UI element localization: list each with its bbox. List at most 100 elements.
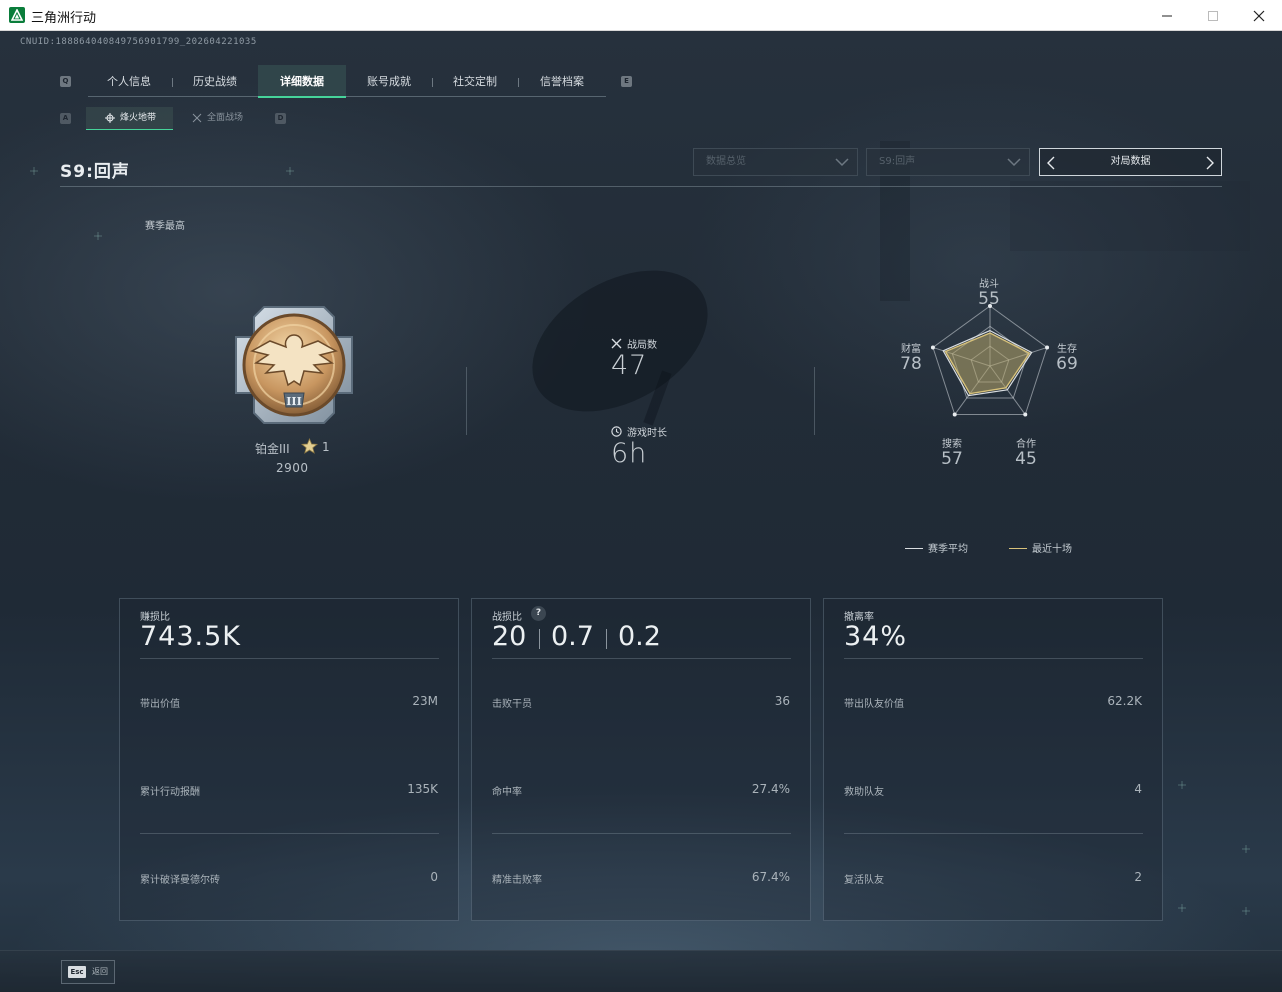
main-nav-tabs: 个人信息 历史战绩 详细数据 账号成就 社交定制 信誉档案 bbox=[88, 65, 606, 98]
radar-value-search: 57 bbox=[941, 449, 963, 469]
stat-label: 累计行动报酬 bbox=[140, 787, 200, 798]
subtab-all-out-war[interactable]: 全面战场 bbox=[173, 107, 263, 130]
legend-season-avg: 赛季平均 bbox=[928, 544, 968, 555]
rank-tier: 铂金III bbox=[255, 442, 290, 456]
stat-label: 救助队友 bbox=[844, 787, 884, 798]
crossed-swords-icon bbox=[611, 338, 622, 349]
season-dropdown[interactable]: S9:回声 bbox=[866, 148, 1030, 176]
back-button[interactable]: Esc 返回 bbox=[61, 960, 115, 984]
season-title: S9:回声 bbox=[60, 162, 130, 182]
clock-icon bbox=[611, 426, 622, 437]
stat-value: 62.2K bbox=[1107, 694, 1142, 708]
stat-value: 23M bbox=[412, 694, 438, 708]
app-logo-icon bbox=[9, 7, 25, 23]
radar-value-survival: 69 bbox=[1056, 354, 1078, 374]
radar-vertex-dot bbox=[952, 412, 957, 417]
card-divider bbox=[140, 658, 439, 659]
badge-numeral: III bbox=[286, 395, 301, 408]
radar-vertex-dot bbox=[1023, 412, 1028, 417]
stat-label: 带出价值 bbox=[140, 699, 180, 710]
kd-value-second: 0.7 bbox=[551, 621, 594, 652]
radar-label-teamwork: 合作 bbox=[1016, 439, 1036, 450]
all-out-war-icon bbox=[192, 113, 202, 123]
matches-label: 战局数 bbox=[627, 340, 657, 351]
star-icon bbox=[301, 438, 318, 454]
match-data-selector[interactable]: 对局数据 bbox=[1039, 148, 1222, 176]
profit-loss-card: 赚损比 743.5K 带出价值 23M 累计行动报酬 135K 累计破译曼德尔砖… bbox=[119, 598, 459, 921]
maximize-button[interactable] bbox=[1190, 0, 1236, 31]
tab-match-history[interactable]: 历史战绩 bbox=[174, 65, 256, 98]
radar-value-combat: 55 bbox=[978, 289, 1000, 309]
radar-label-survival: 生存 bbox=[1057, 344, 1077, 355]
tab-divider bbox=[172, 78, 173, 87]
data-scope-value: 数据总览 bbox=[706, 156, 746, 167]
legend-season-avg-swatch bbox=[905, 548, 923, 549]
radar-vertex-dot bbox=[930, 345, 935, 350]
tab-social-custom[interactable]: 社交定制 bbox=[434, 65, 516, 98]
stat-value: 27.4% bbox=[751, 782, 790, 796]
game-viewport: CNUID:1888640408497569017​99_20260422103… bbox=[0, 31, 1282, 992]
match-data-label: 对局数据 bbox=[1110, 156, 1151, 167]
user-id-label: CNUID:1888640408497569017​99_20260422103… bbox=[20, 37, 257, 47]
tab-detailed-data[interactable]: 详细数据 bbox=[258, 65, 346, 98]
chevron-down-icon bbox=[1007, 158, 1021, 167]
subtab-all-out-war-label: 全面战场 bbox=[207, 113, 244, 123]
footer-bar bbox=[0, 950, 1282, 992]
chevron-right-icon[interactable] bbox=[1206, 156, 1215, 170]
section-divider bbox=[814, 367, 815, 435]
radar-label-wealth: 财富 bbox=[901, 344, 921, 355]
close-button[interactable] bbox=[1236, 0, 1282, 31]
data-scope-dropdown[interactable]: 数据总览 bbox=[693, 148, 858, 176]
radar-value-wealth: 78 bbox=[900, 354, 922, 374]
card-divider bbox=[844, 658, 1143, 659]
rank-badge-icon: III bbox=[230, 301, 358, 433]
extraction-rate-card: 撤离率 34% 带出队友价值 62.2K 救助队友 4 复活队友 2 bbox=[823, 598, 1163, 921]
recent-ten-polygon bbox=[944, 332, 1031, 395]
season-dropdown-value: S9:回声 bbox=[879, 156, 916, 167]
help-icon[interactable]: ? bbox=[531, 606, 546, 621]
tab-divider bbox=[432, 78, 433, 87]
card-divider bbox=[492, 658, 791, 659]
radar-label-combat: 战斗 bbox=[979, 279, 999, 290]
stat-label: 精准击败率 bbox=[492, 875, 542, 886]
window-title: 三角洲行动 bbox=[31, 11, 97, 26]
radar-label-search: 搜索 bbox=[942, 439, 962, 450]
season-best-label: 赛季最高 bbox=[145, 221, 185, 232]
tab-reputation-record[interactable]: 信誉档案 bbox=[520, 65, 604, 98]
matches-value: 47 bbox=[611, 350, 648, 381]
chevron-left-icon[interactable] bbox=[1046, 156, 1055, 170]
card-divider bbox=[492, 833, 791, 834]
radar-value-teamwork: 45 bbox=[1015, 449, 1037, 469]
extraction-rate-value: 34% bbox=[844, 621, 908, 652]
stat-value: 135K bbox=[407, 782, 438, 796]
card-divider bbox=[140, 833, 439, 834]
header-divider bbox=[60, 186, 1222, 187]
card-divider bbox=[844, 833, 1143, 834]
legend-recent-ten-swatch bbox=[1009, 548, 1027, 549]
stat-value: 67.4% bbox=[751, 870, 790, 884]
kd-separator bbox=[606, 629, 607, 649]
section-divider bbox=[466, 367, 467, 435]
nav-next-key-hint[interactable]: E bbox=[621, 76, 632, 87]
nav-prev-key-hint[interactable]: Q bbox=[60, 76, 71, 87]
playtime-label: 游戏时长 bbox=[627, 428, 667, 439]
stat-value: 4 bbox=[1134, 782, 1142, 796]
window-titlebar: 三角洲行动 bbox=[0, 0, 1282, 31]
stat-value: 2 bbox=[1134, 870, 1142, 884]
back-label: 返回 bbox=[92, 967, 108, 976]
stat-label: 命中率 bbox=[492, 787, 522, 798]
stat-label: 复活队友 bbox=[844, 875, 884, 886]
stat-label: 累计破译曼德尔砖 bbox=[140, 875, 220, 886]
rank-score: 2900 bbox=[276, 461, 309, 475]
minimize-button[interactable] bbox=[1144, 0, 1190, 31]
subnav-next-key-hint[interactable]: D bbox=[275, 113, 286, 124]
profit-loss-value: 743.5K bbox=[140, 621, 242, 652]
kd-value-third: 0.2 bbox=[618, 621, 661, 652]
tab-achievements[interactable]: 账号成就 bbox=[346, 65, 432, 98]
subtab-operations-zone[interactable]: 烽火地带 bbox=[86, 107, 173, 130]
chevron-down-icon bbox=[835, 158, 849, 167]
tab-personal-info[interactable]: 个人信息 bbox=[88, 65, 170, 98]
kd-value-total: 20 bbox=[492, 621, 527, 652]
subtab-operations-zone-label: 烽火地带 bbox=[120, 113, 157, 123]
subnav-prev-key-hint[interactable]: A bbox=[60, 113, 71, 124]
